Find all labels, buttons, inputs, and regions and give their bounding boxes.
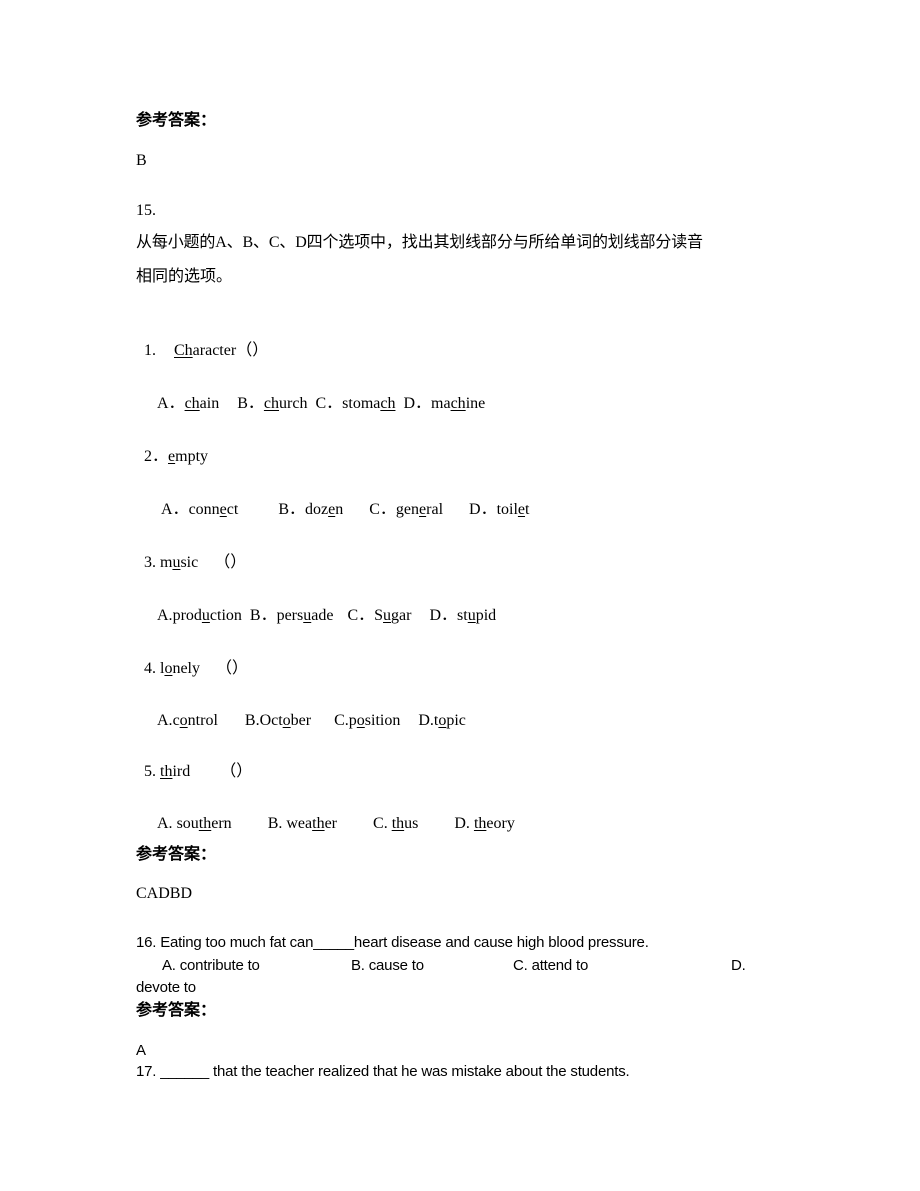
option-c: C．stomach <box>315 395 396 412</box>
option-d: D．machine <box>403 395 486 412</box>
item-4-stem: 4. lonely （） <box>136 639 248 679</box>
item-5-options: A. southern B. weather C. thus D. theory <box>149 794 515 834</box>
item-1-options: A．chain B．church C．stomach D．machine <box>149 374 485 414</box>
item-2-options: A．connect B．dozen C．general D．toilet <box>153 480 529 520</box>
question-15-instruction-line2: 相同的选项。 <box>136 268 233 285</box>
answer-q14: B <box>136 152 147 169</box>
question-16-stem: 16. Eating too much fat can_____heart di… <box>136 934 649 951</box>
item-1-stem: 1. Character（） <box>136 321 268 361</box>
option-b: B.October <box>244 712 312 729</box>
question-number-15: 15. <box>136 202 156 219</box>
item-word: third <box>160 763 191 780</box>
option-b: B. weather <box>267 815 338 832</box>
item-word: lonely <box>160 660 200 677</box>
answer-heading-q16: 参考答案： <box>136 1002 217 1019</box>
item-label: 2． <box>144 448 169 465</box>
question-16-option-d: D. <box>731 957 746 974</box>
option-b: B．church <box>237 395 308 412</box>
item-word: music <box>160 554 199 571</box>
item-4-options: A.control B.October C.position D.topic <box>149 691 466 731</box>
item-label: 1. <box>144 342 156 359</box>
option-a: A．connect <box>161 501 239 518</box>
question-16-option-d-wrap: devote to <box>136 979 196 996</box>
item-word: Character <box>174 342 237 359</box>
option-c: C．Sugar <box>347 607 412 624</box>
option-b: B．persuade <box>249 607 334 624</box>
option-b: B．dozen <box>278 501 344 518</box>
answer-q16: A <box>136 1042 146 1059</box>
question-16-option-a: A. contribute to <box>162 957 260 974</box>
item-3-options: A.production B．persuade C．Sugar D．stupid <box>149 586 496 626</box>
option-d: D. theory <box>454 815 515 832</box>
question-17-stem: 17. ______ that the teacher realized tha… <box>136 1063 630 1080</box>
option-c: C.position <box>334 712 401 729</box>
option-d: D．stupid <box>429 607 497 624</box>
option-d: D.topic <box>418 712 466 729</box>
option-a: A．chain <box>157 395 220 412</box>
answer-blank: （） <box>220 763 253 780</box>
option-a: A.production <box>157 607 242 624</box>
option-c: C. thus <box>373 815 419 832</box>
answer-heading-q14: 参考答案： <box>136 112 217 129</box>
answer-blank: （） <box>214 554 247 571</box>
option-a: A.control <box>157 712 218 729</box>
question-15-instruction-line1: 从每小题的A、B、C、D四个选项中，找出其划线部分与所给单词的划线部分读音 <box>136 234 703 251</box>
item-label: 4. <box>144 660 156 677</box>
question-16-option-b: B. cause to <box>351 957 424 974</box>
item-2-stem: 2．empty <box>136 427 208 467</box>
answer-blank: （） <box>216 660 249 677</box>
item-word: empty <box>168 448 209 465</box>
item-label: 3. <box>144 554 156 571</box>
item-label: 5. <box>144 763 156 780</box>
item-5-stem: 5. third （） <box>136 742 252 782</box>
answer-blank: （） <box>236 342 269 359</box>
option-c: C．general <box>369 501 444 518</box>
question-16-option-c: C. attend to <box>513 957 589 974</box>
answer-heading-q15: 参考答案： <box>136 846 217 863</box>
option-a: A. southern <box>157 815 232 832</box>
answer-q15: CADBD <box>136 885 193 902</box>
item-3-stem: 3. music （） <box>136 533 246 573</box>
option-d: D．toilet <box>469 501 530 518</box>
